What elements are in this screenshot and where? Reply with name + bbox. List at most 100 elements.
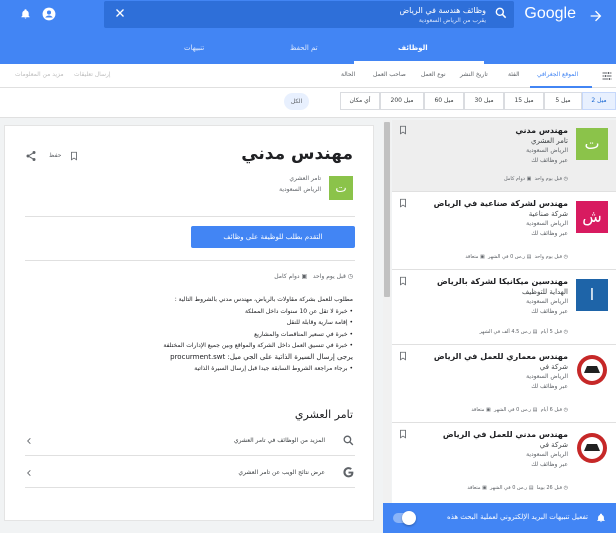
google-g-icon — [343, 467, 354, 478]
money-icon: ▤ — [526, 254, 532, 260]
bookmark-icon[interactable] — [398, 197, 408, 209]
chip-5-miles[interactable]: 5 ميل — [544, 92, 582, 110]
job-age: قبل يوم واحد — [534, 176, 563, 182]
job-location: الرياض السعودية — [526, 147, 568, 154]
job-age: قبل يوم واحد — [534, 254, 563, 260]
chip-30-miles[interactable]: 30 ميل — [464, 92, 504, 110]
web-results-link[interactable]: عرض نتائج الويب عن تامر العشري — [25, 458, 355, 488]
send-feedback-link[interactable]: إرسال تعليقات — [74, 71, 111, 78]
chip-2-miles[interactable]: 2 ميل — [582, 92, 616, 110]
search-query[interactable]: وظائف هندسة في الرياض — [399, 6, 486, 15]
job-salary: ر.س 0 في الشهر — [493, 407, 532, 413]
job-title: مهندس مدني — [515, 126, 568, 135]
more-info-link[interactable]: مزيد من المعلومات — [15, 71, 64, 78]
filter-employer[interactable]: صاحب العمل — [373, 71, 406, 78]
clock-icon: ◷ — [563, 329, 568, 335]
email-alert-bar: تفعيل تنبيهات البريد الإلكتروني لعملية ا… — [383, 503, 616, 533]
money-icon: ▤ — [532, 329, 538, 335]
job-title: مهندس مدني للعمل في الرياض — [442, 430, 568, 439]
briefcase-icon: ▣ — [486, 407, 491, 413]
search-box[interactable]: وظائف هندسة في الرياض يقرب من الرياض الس… — [104, 1, 514, 28]
job-card-1[interactable]: ت مهندس مدني تامر العشري الرياض السعودية… — [392, 120, 616, 192]
google-logo[interactable]: Google — [524, 5, 576, 23]
job-type: متعاقد — [467, 485, 481, 491]
job-card-2[interactable]: ش مهندس لشركة صناعية في الرياض شركة صناع… — [392, 193, 616, 270]
bell-icon[interactable] — [20, 8, 31, 20]
clock-icon: ◷ — [563, 254, 568, 260]
description-line: مطلوب للعمل بشركة مقاولات بالرياض، مهندس… — [174, 296, 353, 303]
chip-15-miles[interactable]: 15 ميل — [504, 92, 544, 110]
filter-status[interactable]: الحالة — [341, 71, 355, 78]
detail-company-logo: ت — [329, 176, 353, 200]
job-card-3[interactable]: ا مهندسين ميكانيكا لشركة بالرياض الهداية… — [392, 271, 616, 345]
bell-icon — [597, 513, 605, 523]
filter-location[interactable]: الموقع الجغرافي — [537, 71, 578, 78]
money-icon: ▤ — [532, 407, 538, 413]
tab-jobs[interactable]: الوظائف — [398, 44, 428, 52]
job-source: عبر وظائف لك — [531, 308, 568, 315]
job-source: عبر وظائف لك — [531, 461, 568, 468]
job-meta: ◷ قبل 5 أيام ▤ ر.س 4.5 ألف في الشهر — [480, 329, 568, 335]
more-jobs-label: المزيد من الوظائف في تامر العشري — [233, 437, 325, 444]
top-app-bar: Google وظائف هندسة في الرياض يقرب من الر… — [0, 0, 616, 64]
company-logo-emblem — [577, 433, 607, 463]
tune-icon[interactable] — [601, 70, 613, 82]
bookmark-icon[interactable] — [398, 350, 408, 362]
job-company: شركة صناعية — [528, 210, 568, 218]
company-logo: ت — [576, 128, 608, 160]
job-location: الرياض السعودية — [526, 373, 568, 380]
job-salary: ر.س 4.5 ألف في الشهر — [479, 329, 532, 335]
detail-age: قبل يوم واحد — [312, 273, 346, 280]
job-source: عبر وظائف لك — [531, 157, 568, 164]
detail-meta: ◷ قبل يوم واحد ▣ دوام كامل — [274, 273, 353, 280]
account-icon[interactable] — [42, 7, 56, 21]
toggle-knob[interactable] — [402, 511, 416, 525]
chip-60-miles[interactable]: 60 ميل — [424, 92, 464, 110]
description-line: • خبرة في تسعير المناقصات والمشاريع — [254, 330, 353, 338]
chip-anywhere[interactable]: أي مكان — [340, 92, 380, 110]
share-icon[interactable] — [25, 150, 37, 162]
job-card-5[interactable]: مهندس مدني للعمل في الرياض شركة في الريا… — [392, 424, 616, 503]
bookmark-icon[interactable] — [398, 275, 408, 287]
filter-date-posted[interactable]: تاريخ النشر — [460, 71, 488, 78]
close-icon[interactable] — [114, 7, 126, 19]
detail-location: الرياض السعودية — [279, 186, 321, 193]
chevron-left-icon — [27, 438, 31, 444]
search-icon[interactable] — [494, 6, 508, 20]
apply-button[interactable]: التقدم بطلب للوظيفة على وظائف — [191, 226, 355, 248]
bookmark-icon[interactable] — [398, 124, 408, 136]
job-title: مهندس معماري للعمل في الرياض — [433, 352, 568, 361]
arrow-forward-icon[interactable] — [588, 8, 604, 24]
job-age: قبل 26 يوما — [536, 485, 563, 491]
job-company: شركة في — [539, 363, 568, 371]
email-alert-toggle[interactable] — [393, 511, 416, 525]
filter-category[interactable]: الفئة — [508, 71, 520, 78]
clock-icon: ◷ — [347, 273, 353, 280]
scrollbar-thumb[interactable] — [384, 122, 390, 297]
description-line: • إقامة سارية وقابلة للنقل — [286, 319, 353, 326]
tab-alerts[interactable]: تنبيهات — [184, 44, 204, 52]
briefcase-icon: ▣ — [526, 176, 532, 182]
company-section-title: تامر العشري — [294, 408, 353, 421]
job-title: مهندس لشركة صناعية في الرياض — [433, 199, 568, 208]
job-description: مطلوب للعمل بشركة مقاولات بالرياض، مهندس… — [23, 294, 353, 375]
bookmark-icon[interactable] — [398, 428, 408, 440]
job-meta: ◷ قبل يوم واحد ▤ ر.س 0 في الشهر ▣ متعاقد — [465, 254, 568, 260]
job-company: تامر العشري — [531, 137, 568, 145]
list-scrollbar[interactable] — [383, 120, 391, 503]
more-jobs-link[interactable]: المزيد من الوظائف في تامر العشري — [25, 426, 355, 456]
job-card-4[interactable]: مهندس معماري للعمل في الرياض شركة في الر… — [392, 346, 616, 423]
filter-job-type[interactable]: نوع العمل — [421, 71, 446, 78]
job-meta: ◷ قبل 26 يوما ▤ ر.س 0 في الشهر ▣ متعاقد — [467, 485, 568, 491]
company-logo — [576, 354, 608, 386]
company-logo-emblem — [577, 355, 607, 385]
save-button[interactable]: حفظ — [49, 152, 61, 159]
bookmark-icon[interactable] — [69, 150, 79, 162]
chip-all[interactable]: الكل — [284, 93, 309, 110]
chip-200-miles[interactable]: 200 ميل — [380, 92, 424, 110]
tab-saved[interactable]: تم الحفظ — [290, 44, 318, 52]
job-age: قبل 5 أيام — [540, 329, 563, 335]
clock-icon: ◷ — [563, 485, 568, 491]
divider — [25, 216, 355, 217]
search-location-hint: يقرب من الرياض السعودية — [418, 17, 486, 24]
